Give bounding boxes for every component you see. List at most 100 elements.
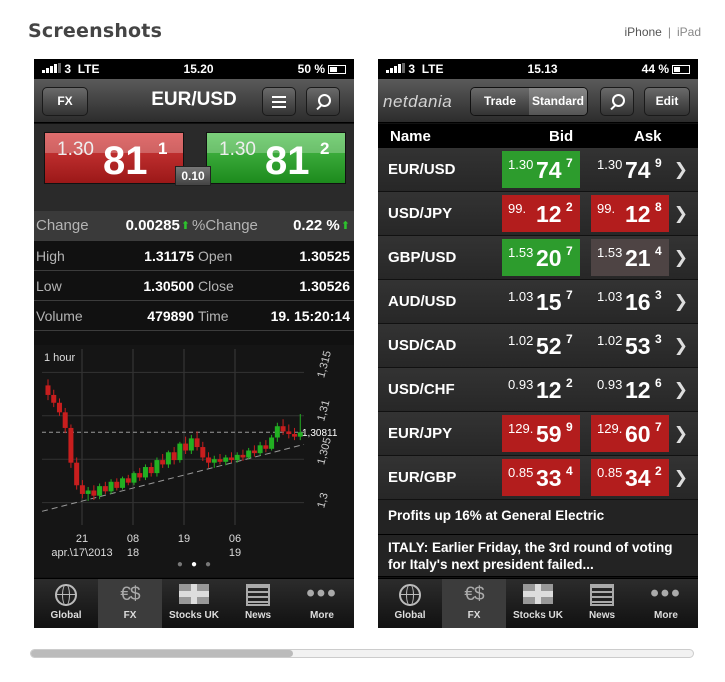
rate-row[interactable]: USD/JPY 99. 12 2 99. 12 8 ❯ xyxy=(378,192,698,236)
rates-header: Name Bid Ask xyxy=(378,124,698,148)
chevron-right-icon[interactable]: ❯ xyxy=(674,380,688,400)
tab-global[interactable]: Global xyxy=(34,579,98,628)
chevron-right-icon[interactable]: ❯ xyxy=(674,160,688,180)
status-time: 15.20 xyxy=(183,62,214,76)
search-button[interactable] xyxy=(306,87,340,116)
sell-button[interactable]: 1.30 81 1 xyxy=(44,132,184,184)
screenshot-fx-detail: 3 LTE 15.20 50 % FX EUR/USD 1.30 81 1 1.… xyxy=(34,59,354,628)
tab-fx[interactable]: €$ FX xyxy=(98,579,162,628)
rate-row[interactable]: EUR/JPY 129. 59 9 129. 60 7 ❯ xyxy=(378,412,698,456)
high-label: High xyxy=(36,247,65,264)
bid-price[interactable]: 1.53 20 7 xyxy=(502,239,580,276)
tab-bar: Global €$ FX Stocks UK News ••• More xyxy=(34,578,354,628)
candle-body xyxy=(269,437,275,449)
bid-price[interactable]: 99. 12 2 xyxy=(502,195,580,232)
buy-button[interactable]: 1.30 81 2 xyxy=(206,132,346,184)
tab-fx[interactable]: €$ FX xyxy=(442,579,506,628)
chevron-right-icon[interactable]: ❯ xyxy=(674,424,688,444)
uk-flag-icon xyxy=(179,584,209,604)
ask-price[interactable]: 1.53 21 4 xyxy=(591,239,669,276)
tab-more[interactable]: ••• More xyxy=(634,579,698,628)
menu-button[interactable] xyxy=(262,87,296,116)
chevron-right-icon[interactable]: ❯ xyxy=(674,248,688,268)
tab-stocks-uk[interactable]: Stocks UK xyxy=(506,579,570,628)
candle-body xyxy=(137,473,143,478)
ipad-link[interactable]: iPad xyxy=(677,25,701,39)
news-headline[interactable]: ITALY: Earlier Friday, the 3rd round of … xyxy=(378,535,698,577)
ask-price[interactable]: 0.93 12 6 xyxy=(591,371,669,408)
chevron-right-icon[interactable]: ❯ xyxy=(674,336,688,356)
bid-price[interactable]: 0.85 33 4 xyxy=(502,459,580,496)
price-chart[interactable]: 1 hour 1,315 1,31 1,305 1,3 1,30811 21 apr.\17\… xyxy=(34,345,354,577)
bid-price[interactable]: 129. 59 9 xyxy=(502,415,580,452)
candle-body xyxy=(251,450,257,454)
iphone-link[interactable]: iPhone xyxy=(624,25,661,39)
ask-price[interactable]: 129. 60 7 xyxy=(591,415,669,452)
candle-body xyxy=(120,478,126,488)
chevron-right-icon[interactable]: ❯ xyxy=(674,468,688,488)
bid-price[interactable]: 1.03 15 7 xyxy=(502,283,580,320)
pair-name: USD/CAD xyxy=(388,337,457,354)
rate-row[interactable]: USD/CHF 0.93 12 2 0.93 12 6 ❯ xyxy=(378,368,698,412)
price-big: 59 xyxy=(536,421,562,447)
more-icon: ••• xyxy=(650,580,682,607)
search-icon xyxy=(609,93,625,110)
tab-global[interactable]: Global xyxy=(378,579,442,628)
candle-body xyxy=(102,486,108,492)
news-headline[interactable]: Profits up 16% at General Electric xyxy=(378,500,698,535)
bid-price[interactable]: 0.93 12 2 xyxy=(502,371,580,408)
edit-button[interactable]: Edit xyxy=(644,87,690,116)
price-prefix: 1.53 xyxy=(597,245,623,260)
trade-tab[interactable]: Trade xyxy=(471,88,529,115)
x-tick-label: 19 xyxy=(178,533,190,545)
search-button[interactable] xyxy=(600,87,634,116)
high-row: High 1.31175 Open 1.30525 xyxy=(34,241,354,271)
chevron-right-icon[interactable]: ❯ xyxy=(674,292,688,312)
ask-price[interactable]: 1.30 74 9 xyxy=(591,151,669,188)
nav-title: EUR/USD xyxy=(151,89,237,110)
tab-label: Global xyxy=(394,610,426,621)
candle-body xyxy=(142,467,148,478)
ask-price[interactable]: 1.03 16 3 xyxy=(591,283,669,320)
arrow-up-icon: ⬆ xyxy=(180,220,191,232)
fx-button[interactable]: FX xyxy=(42,87,88,116)
price-prefix: 1.02 xyxy=(508,333,534,348)
rate-row[interactable]: EUR/USD 1.30 74 7 1.30 74 9 ❯ xyxy=(378,148,698,192)
price-prefix: 0.85 xyxy=(597,465,623,480)
standard-tab[interactable]: Standard xyxy=(529,88,587,115)
tab-stocks-uk[interactable]: Stocks UK xyxy=(162,579,226,628)
carrier: 3 xyxy=(64,62,72,76)
y-tick-label: 1,31 xyxy=(315,399,332,423)
candle-body xyxy=(171,452,177,461)
gallery-scrollbar[interactable] xyxy=(30,649,694,658)
tab-news[interactable]: News xyxy=(570,579,634,628)
nav-bar: FX EUR/USD xyxy=(34,79,354,123)
x-tick-label: 21 xyxy=(76,533,88,545)
price-pip: 2 xyxy=(655,464,662,478)
rate-row[interactable]: USD/CAD 1.02 52 7 1.02 53 3 ❯ xyxy=(378,324,698,368)
price-prefix: 0.93 xyxy=(508,377,534,392)
chevron-right-icon[interactable]: ❯ xyxy=(674,204,688,224)
tab-news[interactable]: News xyxy=(226,579,290,628)
x-tick-sublabel: 18 xyxy=(127,547,139,559)
candlestick-chart[interactable]: 1 hour 1,315 1,31 1,305 1,3 1,30811 21 apr.\17\… xyxy=(34,345,354,577)
rate-row[interactable]: AUD/USD 1.03 15 7 1.03 16 3 ❯ xyxy=(378,280,698,324)
tab-label: News xyxy=(244,610,272,621)
candle-body xyxy=(188,438,194,451)
bid-price[interactable]: 1.30 74 7 xyxy=(502,151,580,188)
stats-table: Change 0.00285 ⬆ %Change 0.22 % ⬆ High 1.3… xyxy=(34,211,354,331)
status-bar: 3 LTE 15.20 50 % xyxy=(34,59,354,79)
scrollbar-thumb[interactable] xyxy=(31,650,293,657)
bid-price[interactable]: 1.02 52 7 xyxy=(502,327,580,364)
rate-row[interactable]: EUR/GBP 0.85 33 4 0.85 34 2 ❯ xyxy=(378,456,698,500)
page-dots[interactable]: ● ● ● xyxy=(34,559,354,570)
ask-price[interactable]: 1.02 53 3 xyxy=(591,327,669,364)
candle-body xyxy=(206,457,212,463)
ask-price[interactable]: 0.85 34 2 xyxy=(591,459,669,496)
candle-body xyxy=(274,426,280,438)
tab-more[interactable]: ••• More xyxy=(290,579,354,628)
rate-row[interactable]: GBP/USD 1.53 20 7 1.53 21 4 ❯ xyxy=(378,236,698,280)
globe-icon xyxy=(399,584,421,606)
ask-price[interactable]: 99. 12 8 xyxy=(591,195,669,232)
candle-body xyxy=(246,450,252,458)
